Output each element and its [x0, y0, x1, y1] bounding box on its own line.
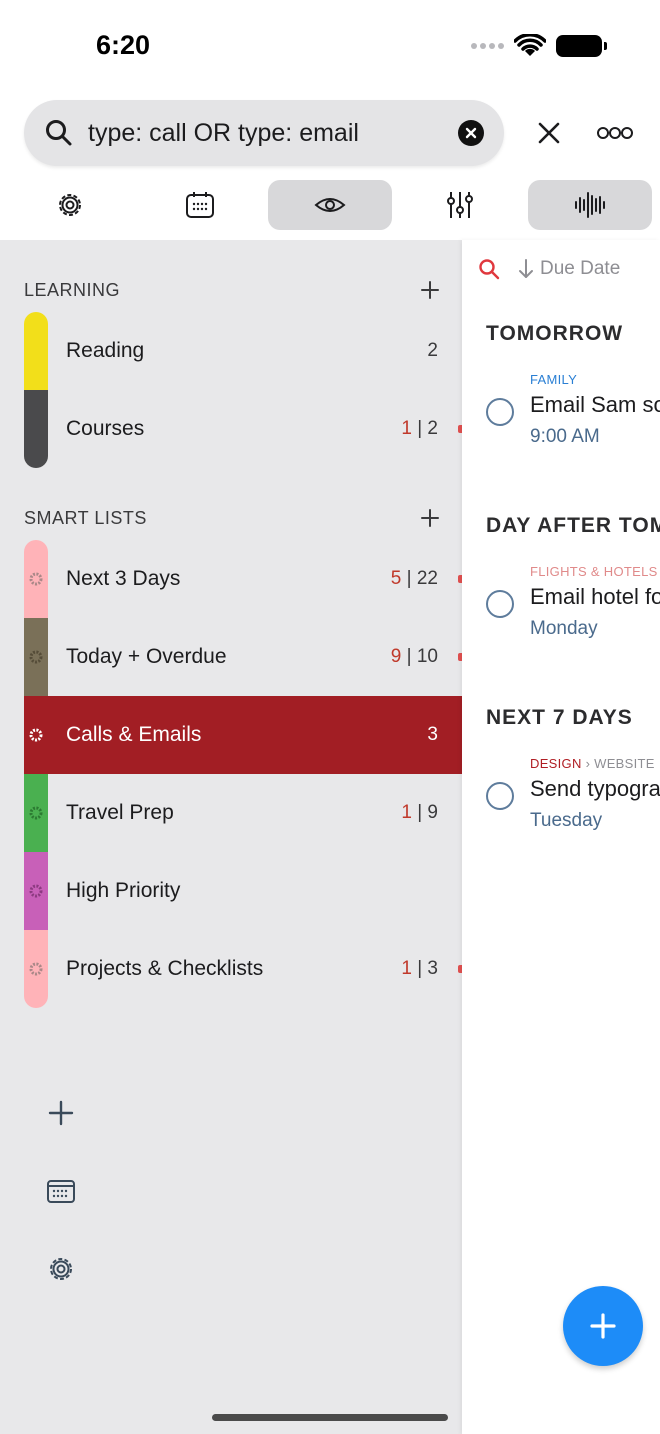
task-date: 9:00 AM [530, 426, 600, 447]
task-tag: DESIGN › WEBSITE [530, 756, 655, 771]
gear-icon[interactable] [46, 1254, 76, 1284]
list-count: 3 [427, 724, 438, 745]
toolbar [0, 180, 660, 230]
task-date: Tuesday [530, 810, 603, 831]
task-tag: FAMILY [530, 372, 578, 387]
filter-tool-button[interactable] [398, 180, 522, 230]
group-title-next-7-days: NEXT 7 DAYS [486, 706, 633, 729]
sidebar-item-high-priority[interactable]: High Priority [24, 852, 462, 930]
search-input[interactable] [88, 118, 458, 148]
task-item[interactable]: FAMILY Email Sam so 9:00 AM [462, 372, 660, 452]
sidebar-item-next-3-days[interactable]: Next 3 Days 5 | 22 [24, 540, 462, 618]
search-icon [46, 120, 72, 146]
smart-list-gear-icon [29, 572, 43, 586]
sidebar-item-courses[interactable]: Courses 1 | 2 [24, 390, 462, 468]
list-label: Courses [66, 417, 145, 440]
view-tool-button[interactable] [268, 180, 392, 230]
list-count: 5 | 22 [390, 568, 438, 589]
sidebar-item-travel-prep[interactable]: Travel Prep 1 | 9 [24, 774, 462, 852]
list-label: Today + Overdue [66, 645, 227, 668]
task-checkbox[interactable] [486, 398, 514, 426]
status-time: 6:20 [96, 30, 151, 60]
calendar-tool-button[interactable] [138, 180, 262, 230]
list-color-swatch [24, 852, 48, 930]
sidebar: LEARNING Reading 2 Courses 1 | 2 SMART L… [0, 240, 462, 1434]
battery-icon [556, 35, 607, 57]
list-color-swatch [24, 930, 48, 1008]
smart-list-gear-icon [29, 884, 43, 898]
sidebar-item-calls-emails[interactable]: Calls & Emails 3 [24, 696, 462, 774]
calendar-icon [186, 192, 214, 218]
wifi-icon [514, 34, 546, 56]
sidebar-item-today-overdue[interactable]: Today + Overdue 9 | 10 [24, 618, 462, 696]
list-label: Calls & Emails [66, 723, 202, 746]
list-color-swatch [24, 618, 48, 696]
arrow-down-icon [519, 259, 533, 278]
close-icon[interactable] [534, 118, 564, 148]
list-color-swatch [24, 696, 48, 774]
section-title-smart-lists: SMART LISTS [24, 508, 147, 528]
task-title: Send typogra [530, 776, 660, 801]
eye-icon [314, 198, 346, 212]
add-smart-list-icon[interactable] [420, 508, 440, 528]
smart-list-gear-icon [29, 962, 43, 976]
smart-list-gear-icon [29, 728, 43, 742]
smart-list-gear-icon [29, 650, 43, 664]
home-indicator [212, 1414, 448, 1421]
list-label: Projects & Checklists [66, 957, 264, 980]
list-label: Travel Prep [66, 801, 174, 824]
calendar-icon[interactable] [46, 1176, 76, 1206]
task-tag: FLIGHTS & HOTELS [530, 564, 658, 579]
list-color-swatch [24, 774, 48, 852]
sidebar-item-projects-checklists[interactable]: Projects & Checklists 1 | 3 [24, 930, 462, 1008]
list-label: Next 3 Days [66, 567, 181, 590]
sliders-icon [447, 192, 473, 218]
list-label: High Priority [66, 879, 181, 902]
list-count: 9 | 10 [390, 646, 438, 667]
sort-label: Due Date [540, 258, 621, 279]
task-panel: Due Date TOMORROW FAMILY Email Sam so 9:… [462, 240, 660, 1434]
status-icons [471, 34, 607, 58]
task-checkbox[interactable] [486, 590, 514, 618]
search-icon[interactable] [478, 258, 500, 280]
clear-icon [465, 127, 477, 139]
section-title-learning: LEARNING [24, 280, 121, 300]
waveform-icon [575, 192, 605, 218]
add-icon[interactable] [46, 1098, 76, 1128]
settings-tool-button[interactable] [8, 180, 132, 230]
search-bar[interactable] [24, 100, 504, 166]
list-color-swatch [24, 312, 48, 390]
task-checkbox[interactable] [486, 782, 514, 810]
task-item[interactable]: DESIGN › WEBSITE Send typogra Tuesday [462, 756, 660, 836]
more-options-icon[interactable] [596, 124, 634, 142]
group-title-tomorrow: TOMORROW [486, 322, 624, 345]
list-color-swatch [24, 540, 48, 618]
clear-search-button[interactable] [458, 120, 484, 146]
task-item[interactable]: FLIGHTS & HOTELS Email hotel fo Monday [462, 564, 660, 644]
add-task-button[interactable] [563, 1286, 643, 1366]
task-title: Email Sam so [530, 392, 660, 417]
list-count: 2 [427, 340, 438, 361]
list-count: 1 | 2 [401, 418, 438, 439]
add-list-icon[interactable] [420, 280, 440, 300]
sidebar-item-reading[interactable]: Reading 2 [24, 312, 462, 390]
sort-row[interactable]: Due Date [462, 254, 660, 284]
list-count: 1 | 3 [401, 958, 438, 979]
gear-icon [59, 194, 81, 216]
group-title-day-after-tomorrow: DAY AFTER TOMORROW [486, 514, 660, 537]
plus-icon [590, 1313, 616, 1339]
status-bar: 6:20 [0, 0, 660, 96]
smart-list-gear-icon [29, 806, 43, 820]
list-color-swatch [24, 390, 48, 468]
list-count: 1 | 9 [401, 802, 438, 823]
task-title: Email hotel fo [530, 584, 660, 609]
task-date: Monday [530, 618, 598, 639]
voice-tool-button[interactable] [528, 180, 652, 230]
list-label: Reading [66, 339, 145, 362]
cellular-signal-icon [471, 43, 504, 49]
